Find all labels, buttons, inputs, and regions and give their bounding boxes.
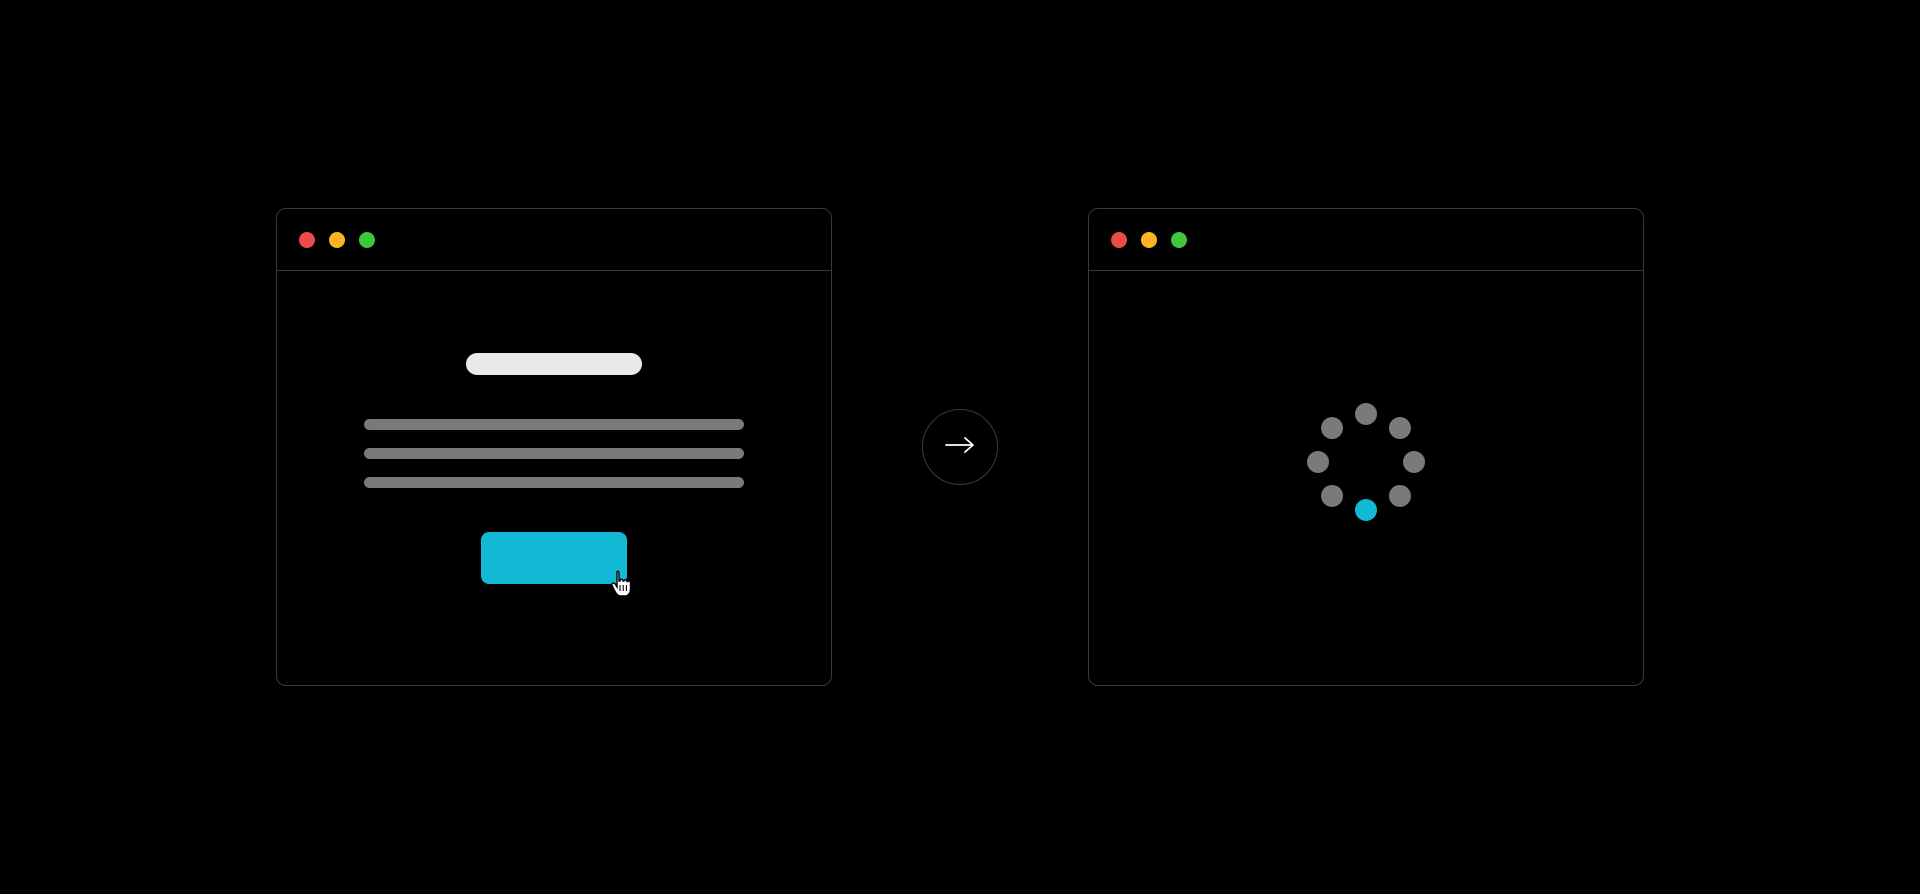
paragraph-placeholder [364,419,744,488]
spinner-dot [1403,451,1425,473]
window-body-after [1089,271,1643,685]
spinner-dot [1321,417,1343,439]
spinner-dot [1355,403,1377,425]
spinner-dot [1389,417,1411,439]
paragraph-line [364,477,744,488]
spinner-dot [1355,499,1377,521]
window-after [1088,208,1644,686]
diagram-container [276,208,1644,686]
spinner-dot [1307,451,1329,473]
close-icon[interactable] [299,232,315,248]
content-stack [364,353,744,584]
title-placeholder [466,353,642,375]
arrow-right-icon [944,436,976,459]
paragraph-line [364,448,744,459]
spinner-dot [1321,485,1343,507]
window-body-before [277,271,831,685]
minimize-icon[interactable] [1141,232,1157,248]
transition-arrow [922,409,998,485]
maximize-icon[interactable] [1171,232,1187,248]
close-icon[interactable] [1111,232,1127,248]
pointer-cursor-icon [609,570,633,598]
primary-action-button[interactable] [481,532,627,584]
spinner-dot [1389,485,1411,507]
loading-spinner-icon [1306,402,1426,522]
title-bar [1089,209,1643,271]
window-before [276,208,832,686]
paragraph-line [364,419,744,430]
title-bar [277,209,831,271]
minimize-icon[interactable] [329,232,345,248]
maximize-icon[interactable] [359,232,375,248]
